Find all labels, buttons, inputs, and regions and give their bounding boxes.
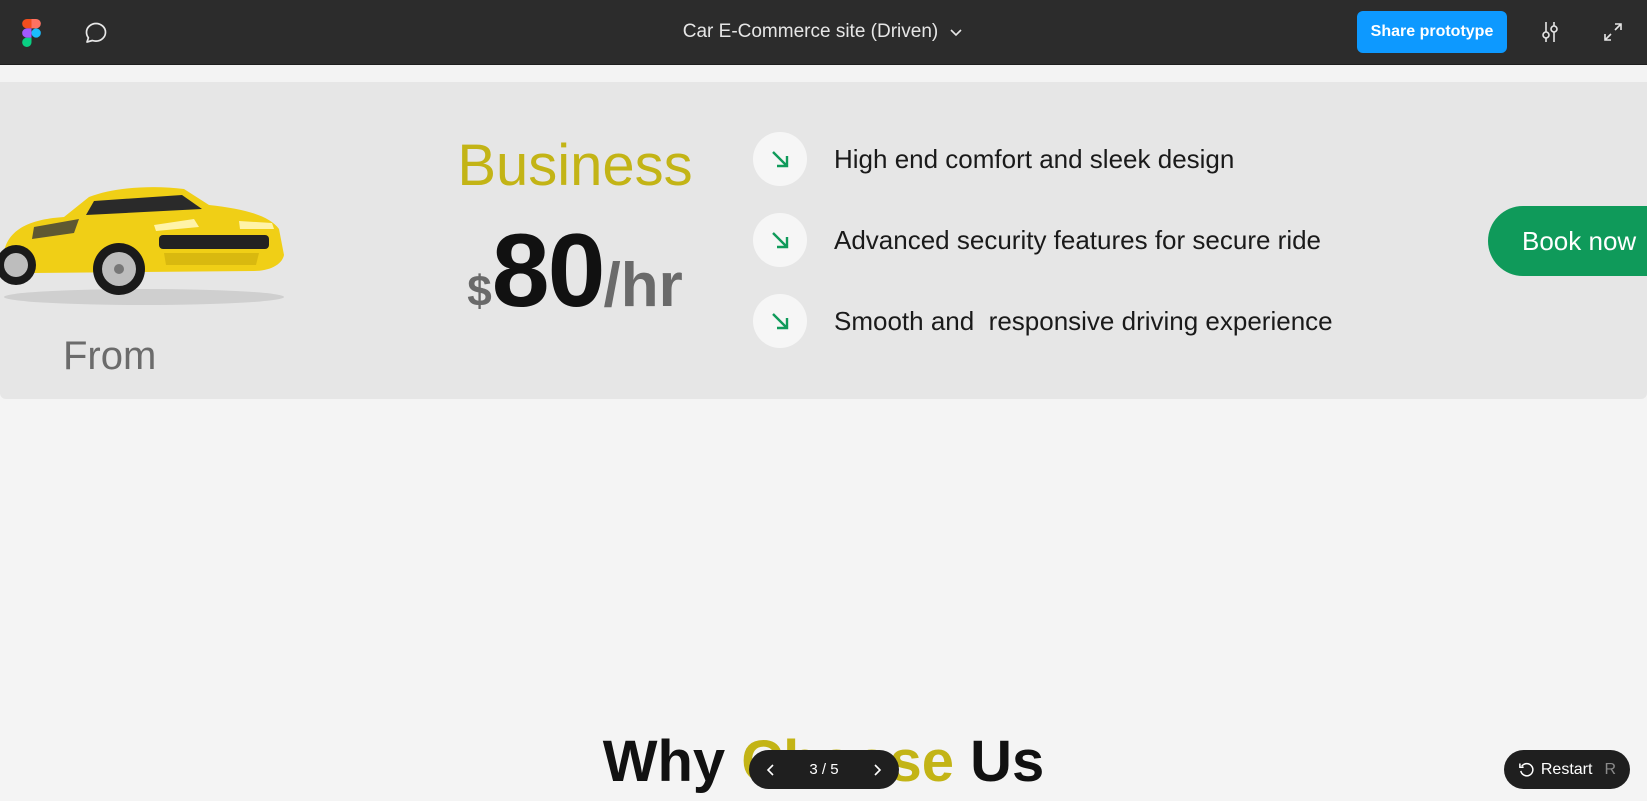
price-currency: $ <box>467 267 492 316</box>
frame-pager: 3 / 5 <box>749 750 899 789</box>
price-unit: /hr <box>603 251 683 320</box>
price: $ 80 /hr <box>430 212 720 331</box>
settings-sliders-icon[interactable] <box>1538 20 1562 44</box>
feature-text: High end comfort and sleek design <box>834 143 1235 174</box>
price-amount: 80 <box>491 213 606 329</box>
comment-icon[interactable] <box>84 21 108 45</box>
arrow-down-right-icon <box>753 213 807 267</box>
restart-label: Restart <box>1540 760 1593 778</box>
yellow-car-image <box>0 187 284 305</box>
restart-button[interactable]: Restart R <box>1504 750 1630 789</box>
file-title-menu[interactable]: Car E-Commerce site (Driven) <box>683 21 964 43</box>
page-indicator: 3 / 5 <box>809 761 839 778</box>
heading-part: Us <box>953 729 1045 794</box>
feature-item: Smooth and responsive driving experience <box>753 294 1333 348</box>
heading-part: Why <box>602 729 742 794</box>
from-label: From <box>63 334 157 378</box>
feature-item: High end comfort and sleek design <box>753 132 1234 186</box>
chevron-down-icon <box>950 29 962 37</box>
share-prototype-button[interactable]: Share prototype <box>1357 11 1507 53</box>
pricing-banner: From Business $ 80 /hr High end comfort … <box>0 82 1647 399</box>
arrow-down-right-icon <box>753 294 807 348</box>
chevron-right-icon[interactable] <box>869 762 885 778</box>
feature-item: Advanced security features for secure ri… <box>753 213 1321 267</box>
canvas-gap <box>0 65 1647 82</box>
restart-icon <box>1519 762 1534 777</box>
feature-text: Advanced security features for secure ri… <box>834 224 1322 255</box>
expand-icon[interactable] <box>1603 22 1623 42</box>
plan-name: Business <box>457 133 693 198</box>
top-toolbar: Car E-Commerce site (Driven) Share proto… <box>0 0 1647 65</box>
figma-logo[interactable] <box>22 19 41 47</box>
restart-shortcut: R <box>1604 760 1616 778</box>
arrow-down-right-icon <box>753 132 807 186</box>
feature-text: Smooth and responsive driving experience <box>834 305 1333 336</box>
book-now-button[interactable]: Book now <box>1488 206 1647 276</box>
file-title: Car E-Commerce site (Driven) <box>682 21 939 42</box>
chevron-left-icon[interactable] <box>763 762 779 778</box>
